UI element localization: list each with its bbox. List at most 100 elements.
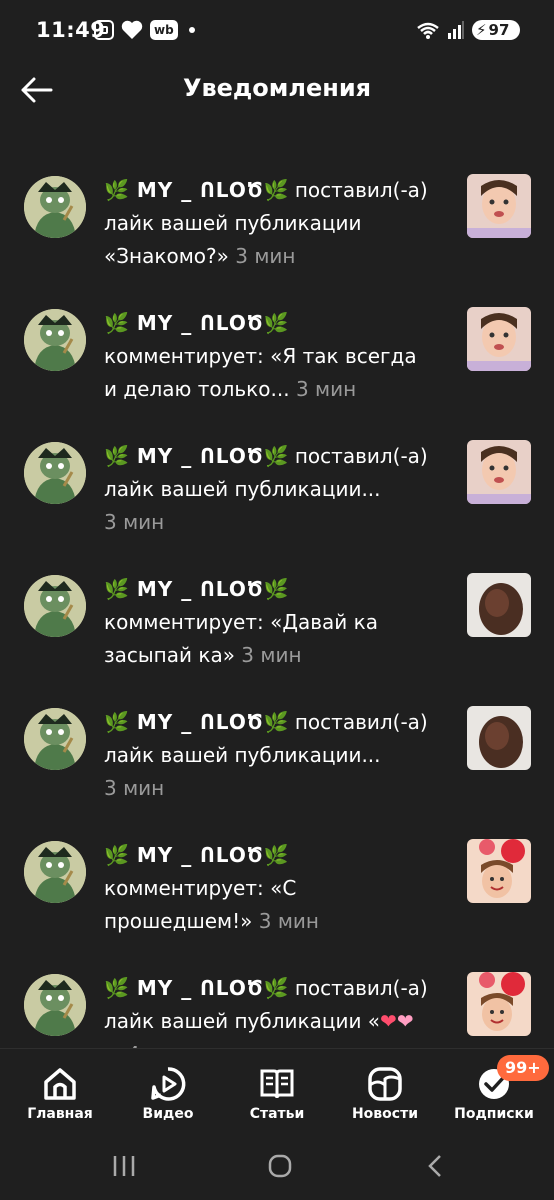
nav-item-articles[interactable]: Статьи [222,1049,332,1133]
nav-item-news[interactable]: Новости [330,1049,440,1133]
leaf-icon: 🌿 [263,843,289,867]
action-text: поставил(-а) [294,976,428,1000]
post-thumbnail[interactable] [467,573,531,637]
notification-item[interactable]: 🌿 MY _ ՈLOԾ🌿 комментирует: «С прошедшем!» … [0,805,554,933]
notification-body: комментирует: «С [104,876,297,900]
heart-icon [121,20,143,39]
nav-label-articles: Статьи [249,1106,305,1122]
action-text: поставил(-а) [294,444,428,468]
notification-text: 🌿 MY _ ՈLOԾ🌿 поставил(-а) лайк вашей публ… [104,706,446,805]
notification-body: лайк вашей публикации... [104,477,381,501]
nav-item-home[interactable]: Главная [5,1049,115,1133]
notification-body: лайк вашей публикации « [104,1009,381,1033]
notification-item[interactable]: 🌿 MY _ ՈLOԾ🌿 комментирует: «Давай ка засып… [0,539,554,667]
subscriptions-badge: 99+ [497,1055,549,1081]
avatar[interactable] [24,708,86,770]
post-thumbnail[interactable] [467,706,531,770]
recents-icon [113,1156,135,1176]
avatar[interactable] [24,309,86,371]
red-heart-icon: ❤ [380,1009,397,1033]
time-ago: 3 мин [258,909,319,933]
leaf-icon: 🌿 [263,444,289,468]
notification-body: «Знакомо?» [104,244,229,268]
leaf-icon: 🌿 [104,178,129,202]
username: MY _ ՈLOԾ [128,577,264,601]
post-thumbnail[interactable] [467,839,531,903]
recents-button[interactable] [94,1146,154,1186]
notification-item[interactable]: 🌿 MY _ ՈLOԾ🌿 комментирует: «Я так всегда и… [0,273,554,401]
post-thumbnail[interactable] [467,307,531,371]
avatar[interactable] [24,575,86,637]
avatar[interactable] [24,974,86,1036]
screen: 11:49 wb ⚡ 97 Уведомления 🌿 MY _ ՈLOԾ🌿 п… [0,0,554,1200]
leaf-icon: 🌿 [263,311,289,335]
nav-item-subscriptions[interactable]: 99+ Подписки [439,1049,549,1133]
system-nav-bar [0,1132,554,1200]
bottom-nav: Главная Видео Статьи Новости 99+ Подписк… [0,1048,554,1133]
notification-item[interactable]: 🌿 MY _ ՈLOԾ🌿 поставил(-а) лайк вашей публ… [0,672,554,800]
leaf-icon: 🌿 [104,311,129,335]
nav-label-news: Новости [351,1106,419,1122]
notification-text: 🌿 MY _ ՈLOԾ🌿 комментирует: «Давай ка засып… [104,573,446,672]
home-icon [44,1068,76,1100]
post-thumbnail[interactable] [467,440,531,504]
post-thumbnail[interactable] [467,972,531,1036]
notification-body: прошедшем!» [104,909,253,933]
notification-body: комментирует: «Давай ка [104,610,378,634]
time-ago: 3 мин [104,510,165,534]
notification-dot-icon [188,27,195,33]
notification-body: комментирует: «Я так всегда [104,344,417,368]
back-system-button[interactable] [405,1146,465,1186]
nav-label-subscriptions: Подписки [454,1106,534,1122]
notification-list[interactable]: 🌿 MY _ ՈLOԾ🌿 поставил(-а) лайк вашей публ… [0,140,554,1048]
battery-level: 97 [488,21,510,39]
leaf-icon: 🌿 [263,178,289,202]
news-icon [368,1067,402,1101]
app-header: Уведомления [0,62,554,118]
username: MY _ ՈLOԾ [128,710,264,734]
leaf-icon: 🌿 [104,710,129,734]
time-ago: 3 мин [235,244,296,268]
screenshot-icon [94,20,114,40]
battery-charging-icon: ⚡ [476,21,487,39]
nav-item-video[interactable]: Видео [113,1049,223,1133]
signal-icon [448,21,464,39]
notification-text: 🌿 MY _ ՈLOԾ🌿 поставил(-а) лайк вашей публ… [104,174,446,273]
home-circle-icon [268,1154,292,1178]
time-ago: 3 мин [241,643,302,667]
leaf-icon: 🌿 [263,577,289,601]
notification-text: 🌿 MY _ ՈLOԾ🌿 комментирует: «С прошедшем!» … [104,839,446,938]
wifi-icon [417,22,439,39]
avatar[interactable] [24,841,86,903]
notification-body: и делаю только... [104,377,290,401]
username: MY _ ՈLOԾ [128,976,264,1000]
post-thumbnail[interactable] [467,174,531,238]
notification-text: 🌿 MY _ ՈLOԾ🌿 комментирует: «Я так всегда и… [104,307,446,406]
notification-item[interactable]: 🌿 MY _ ՈLOԾ🌿 поставил(-а) лайк вашей публ… [0,140,554,268]
username: MY _ ՈLOԾ [128,843,264,867]
nav-label-home: Главная [27,1106,93,1122]
action-text: поставил(-а) [294,178,428,202]
notification-body: лайк вашей публикации... [104,743,381,767]
home-system-button[interactable] [250,1146,310,1186]
notification-body: засыпай ка» [104,643,235,667]
avatar[interactable] [24,442,86,504]
leaf-icon: 🌿 [104,444,129,468]
time-ago: 3 мин [104,776,165,800]
status-bar: 11:49 wb ⚡ 97 [0,0,554,62]
username: MY _ ՈLOԾ [128,178,264,202]
notification-item[interactable]: 🌿 MY _ ՈLOԾ🌿 поставил(-а) лайк вашей публ… [0,406,554,534]
leaf-icon: 🌿 [104,843,129,867]
notification-text: 🌿 MY _ ՈLOԾ🌿 поставил(-а) лайк вашей публ… [104,440,446,539]
wb-icon: wb [150,20,178,40]
avatar[interactable] [24,176,86,238]
username: MY _ ՈLOԾ [128,311,264,335]
articles-icon [260,1069,294,1099]
page-title: Уведомления [182,74,372,102]
username: MY _ ՈLOԾ [128,444,264,468]
notification-text: 🌿 MY _ ՈLOԾ🌿 поставил(-а) лайк вашей публ… [104,972,446,1048]
notification-body: лайк вашей публикации [104,211,362,235]
leaf-icon: 🌿 [104,577,129,601]
leaf-icon: 🌿 [104,976,129,1000]
notification-item[interactable]: 🌿 MY _ ՈLOԾ🌿 поставил(-а) лайк вашей публ… [0,938,554,1048]
